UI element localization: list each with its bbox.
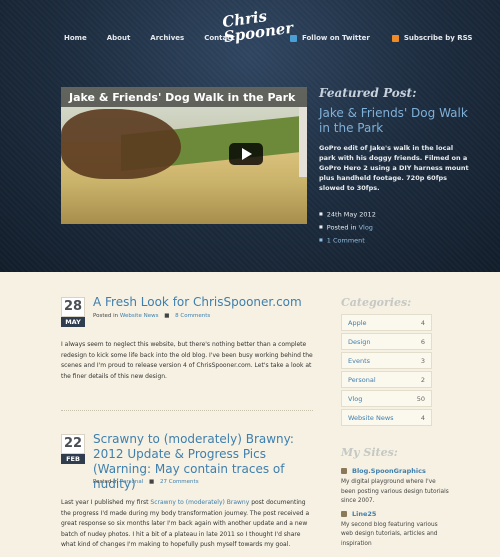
rss-link[interactable]: Subscribe by RSS bbox=[391, 34, 473, 42]
post-title[interactable]: A Fresh Look for ChrisSpooner.com bbox=[93, 295, 302, 310]
video-title[interactable]: Jake & Friends' Dog Walk in the Park bbox=[69, 91, 295, 104]
twitter-link[interactable]: Follow on Twitter bbox=[290, 34, 370, 42]
post-meta: Posted in Personal ■ 27 Comments bbox=[93, 479, 199, 485]
nav-archives[interactable]: Archives bbox=[150, 34, 184, 42]
site-favicon-icon bbox=[341, 510, 347, 517]
header-hero: Home About Archives Contact Chris Spoone… bbox=[0, 0, 500, 272]
category-item-events[interactable]: Events 3 bbox=[341, 352, 432, 369]
post-excerpt: Last year I published my first Scrawny t… bbox=[61, 499, 310, 548]
post-month: MAY bbox=[61, 317, 85, 327]
post-meta: Posted in Website News ■ 8 Comments bbox=[93, 313, 211, 319]
social-nav: Follow on Twitter Subscribe by RSS bbox=[290, 34, 494, 42]
sites-heading: My Sites: bbox=[341, 446, 398, 459]
site-link-line25[interactable]: Line25 bbox=[341, 510, 451, 518]
featured-comments-link[interactable]: 1 Comment bbox=[319, 234, 376, 247]
featured-date: 24th May 2012 bbox=[319, 208, 376, 221]
categories-heading: Categories: bbox=[341, 296, 412, 309]
sites-list: Blog.SpoonGraphics My digital playground… bbox=[341, 467, 451, 553]
post-inline-link[interactable]: Scrawny to (moderately) Brawny bbox=[150, 499, 249, 506]
featured-description: GoPro edit of Jake's walk in the local p… bbox=[319, 144, 469, 192]
nav-home[interactable]: Home bbox=[64, 34, 87, 42]
post-date-badge: 22 FEB bbox=[61, 434, 85, 464]
post-excerpt: I always seem to neglect this website, b… bbox=[61, 341, 313, 380]
category-item-apple[interactable]: Apple 4 bbox=[341, 314, 432, 331]
post-comments-link[interactable]: 27 Comments bbox=[160, 479, 199, 485]
featured-title[interactable]: Jake & Friends' Dog Walk in the Park bbox=[319, 106, 469, 136]
featured-video[interactable]: Jake & Friends' Dog Walk in the Park bbox=[61, 87, 307, 224]
rss-icon bbox=[391, 34, 399, 42]
site-description: My digital playground where I've been po… bbox=[341, 479, 449, 505]
rss-label: Subscribe by RSS bbox=[403, 34, 473, 42]
post-date-badge: 28 MAY bbox=[61, 297, 85, 327]
post-item: 22 FEB Scrawny to (moderately) Brawny: 2… bbox=[61, 432, 313, 557]
site-link-spoongraphics[interactable]: Blog.SpoonGraphics bbox=[341, 467, 451, 475]
post-category-link[interactable]: Website News bbox=[120, 313, 159, 319]
featured-meta: 24th May 2012 Posted in Vlog 1 Comment bbox=[319, 208, 376, 246]
post-day: 22 bbox=[61, 434, 85, 454]
post-divider bbox=[61, 410, 313, 411]
twitter-icon bbox=[290, 34, 297, 42]
twitter-label: Follow on Twitter bbox=[302, 34, 370, 42]
post-day: 28 bbox=[61, 297, 85, 317]
category-item-design[interactable]: Design 6 bbox=[341, 333, 432, 350]
category-item-personal[interactable]: Personal 2 bbox=[341, 371, 432, 388]
play-button-icon[interactable] bbox=[229, 143, 263, 165]
post-comments-link[interactable]: 8 Comments bbox=[175, 313, 210, 319]
post-item: 28 MAY A Fresh Look for ChrisSpooner.com… bbox=[61, 295, 313, 385]
site-description: My second blog featuring various web des… bbox=[341, 521, 438, 547]
categories-list: Apple 4 Design 6 Events 3 Personal 2 Vlog 50 … bbox=[341, 314, 432, 428]
category-item-vlog[interactable]: Vlog 50 bbox=[341, 390, 432, 407]
category-item-website-news[interactable]: Website News 4 bbox=[341, 409, 432, 426]
nav-about[interactable]: About bbox=[107, 34, 131, 42]
featured-category-link[interactable]: Vlog bbox=[359, 223, 373, 231]
featured-category: Posted in Vlog bbox=[319, 221, 376, 234]
featured-label: Featured Post: bbox=[319, 86, 417, 100]
post-category-link[interactable]: Personal bbox=[120, 479, 143, 485]
post-month: FEB bbox=[61, 454, 85, 464]
site-favicon-icon bbox=[341, 468, 347, 474]
site-logo[interactable]: Chris Spooner bbox=[211, 7, 294, 65]
